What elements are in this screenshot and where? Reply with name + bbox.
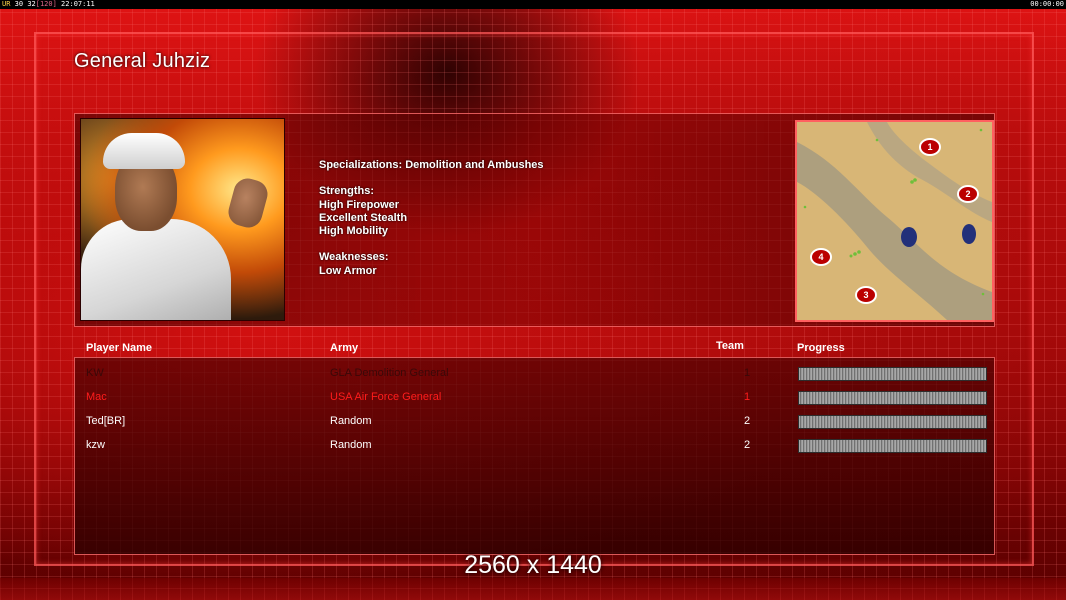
portrait-turban [103,133,185,169]
header-player-name: Player Name [86,342,153,354]
strength-item: Excellent Stealth [319,211,408,224]
progress-fill [798,415,987,429]
hud-bracket: [120] [35,0,57,8]
player-army: Random [330,439,372,451]
header-team: Team [716,340,744,352]
strength-item: High Mobility [319,225,389,238]
portrait-hand [225,175,271,231]
player-row[interactable]: KW GLA Demolition General 1 [0,362,1066,386]
bottom-strip [0,578,1066,600]
start-position-marker[interactable]: 4 [810,248,832,266]
progress-bar [798,391,987,405]
hud-tag: UR [2,0,11,8]
general-description: Specializations: Demolition and Ambushes… [319,159,544,278]
weaknesses-heading: Weaknesses: [319,251,389,264]
player-team: 1 [744,367,751,379]
hud-num1: 30 [14,0,24,8]
strengths-heading: Strengths: [319,185,374,198]
start-position-marker[interactable]: 2 [957,185,979,203]
player-army: USA Air Force General [330,391,442,403]
hud-num2: 32 [27,0,36,8]
header-army: Army [330,342,359,354]
overlay-hud: UR 30 32[120] 22:07:11 00:00:00 [0,0,1066,9]
player-row[interactable]: Ted[BR] Random 2 [0,410,1066,434]
specializations-text: Specializations: Demolition and Ambushes [319,159,544,171]
weakness-item: Low Armor [319,264,377,277]
player-army: Random [330,415,372,427]
progress-bar [798,367,987,381]
portrait-robe [81,219,231,320]
header-progress: Progress [797,342,845,354]
player-name: Ted[BR] [86,415,126,427]
start-position-marker[interactable]: 3 [855,286,877,304]
progress-fill [798,367,987,381]
strength-item: High Firepower [319,198,400,211]
player-name: kzw [86,439,105,451]
player-team: 1 [744,391,751,403]
progress-fill [798,439,987,453]
player-name: Mac [86,391,107,403]
player-row[interactable]: kzw Random 2 [0,434,1066,458]
hud-left: UR 30 32[120] 22:07:11 [2,0,95,9]
player-team: 2 [744,439,751,451]
player-row[interactable]: Mac USA Air Force General 1 [0,386,1066,410]
player-team: 2 [744,415,751,427]
progress-fill [798,391,987,405]
map-preview[interactable]: 1 2 3 4 [795,120,994,322]
hud-clock: 22:07:11 [61,0,95,8]
player-army: GLA Demolition General [330,367,449,379]
progress-bar [798,439,987,453]
progress-bar [798,415,987,429]
map-terrain [797,122,992,320]
general-portrait [80,118,285,321]
resolution-watermark: 2560 x 1440 [464,551,602,579]
player-name: KW [86,367,104,379]
general-title: General Juhziz [74,50,211,72]
start-position-marker[interactable]: 1 [919,138,941,156]
hud-right-clock: 00:00:00 [1030,0,1064,8]
